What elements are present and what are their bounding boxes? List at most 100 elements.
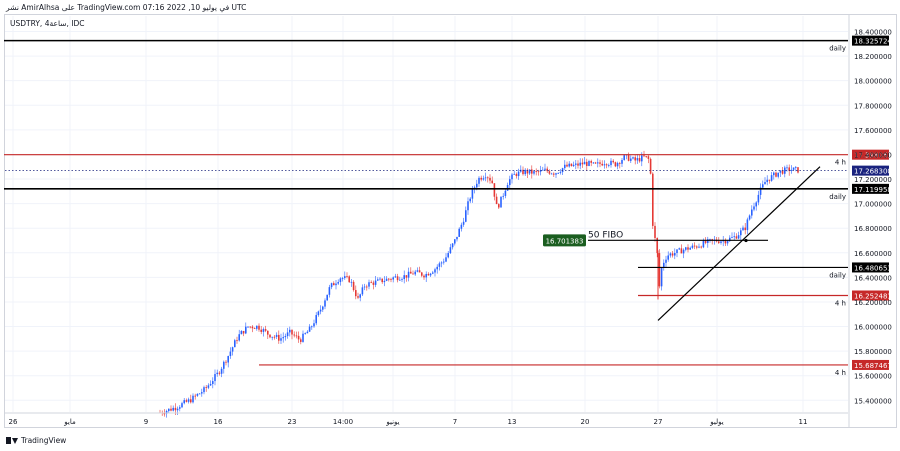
candle-up [440,262,443,264]
candle-up [339,278,342,283]
candle-up [458,228,460,237]
candle-up [465,210,467,222]
candle-up [326,294,328,301]
candle-down [163,413,166,415]
candle-up [414,271,416,275]
current-price-label: 17.268300 [854,168,892,176]
candle-down [599,162,601,164]
candle-up [363,286,366,288]
candle-down [704,240,707,243]
candle-up [550,173,553,175]
candle-up [674,253,676,256]
price-tick-label: 16.400000 [854,274,892,282]
candle-up [751,209,753,216]
candle-up [443,261,445,263]
candle-up [401,279,403,280]
candle-down [495,196,498,205]
candle-down [498,204,500,208]
candle-up [262,329,265,332]
candle-up [476,183,478,188]
candle-up [392,277,394,280]
candle-up [766,179,768,183]
candle-up [478,177,480,184]
candle-up [319,309,322,312]
candle-up [361,287,364,295]
level-price-label: 15.687467 [854,362,892,370]
candle-down [553,173,555,175]
candle-down [693,245,696,247]
candle-down [696,246,698,248]
candle-up [561,168,564,173]
level-price-label: 16.480653 [854,264,892,272]
price-tick-label: 15.800000 [854,348,892,356]
candle-down [396,276,399,281]
candle-down [570,163,573,167]
candle-up [632,157,634,159]
candle-down [258,325,260,330]
price-chart[interactable]: 17.26830018.325724daily17.3980614 h17.11… [0,0,900,451]
candle-up [192,395,194,403]
candle-up [792,167,795,170]
candle-up [359,294,361,298]
price-tick-label: 18.200000 [854,53,892,61]
price-tick-label: 16.200000 [854,299,892,307]
axis-layer: 18.400000 18.200000 18.000000 17.800000 17.6… [5,15,892,428]
candle-up [533,171,535,174]
candle-down [264,329,267,331]
candle-up [176,408,179,411]
candle-up [740,230,742,236]
candle-up [379,278,381,280]
level-timeframe-label: daily [829,193,846,201]
candle-up [335,283,337,286]
price-tick-label: 15.600000 [854,373,892,381]
candle-up [555,173,557,175]
candle-up [449,247,452,254]
candle-up [608,165,610,166]
candle-up [737,235,740,239]
candle-up [214,374,216,382]
candle-up [691,245,694,248]
candle-up [407,271,410,278]
candle-up [702,240,705,248]
candle-up [306,331,309,334]
candle-up [641,155,643,162]
candle-up [196,393,199,396]
candle-up [746,219,749,231]
trendline[interactable] [657,166,821,321]
candle-down [410,271,412,274]
candle-down [405,275,408,278]
candle-up [438,263,441,267]
candle-down [346,276,348,277]
candle-up [482,178,485,180]
candle-up [374,280,377,285]
candle-down [260,329,262,332]
candle-up [436,266,438,270]
candle-down [634,157,636,161]
candle-down [645,156,647,157]
candle-up [513,173,515,175]
level-timeframe-label: daily [829,45,846,53]
time-tick-label: 7 [453,418,457,426]
candle-up [748,215,751,220]
candle-down [647,156,650,159]
candle-up [685,247,687,250]
candle-up [517,171,520,177]
candle-up [509,179,511,186]
candle-down [236,340,238,342]
candle-down [718,241,720,243]
candle-up [502,195,504,197]
candle-down [291,329,293,335]
price-tick-label: 16.800000 [854,225,892,233]
level-price-label: 18.325724 [854,38,892,46]
candle-down [627,154,630,161]
candle-down [249,326,251,328]
candle-up [733,236,735,238]
candle-up [795,167,797,169]
candle-up [187,399,190,402]
tradingview-brand: TradingView [6,436,66,445]
time-tick-label: 26 [9,418,18,426]
candle-up [425,273,427,278]
candle-up [385,278,388,281]
candle-down [423,275,425,278]
candle-up [742,227,744,231]
